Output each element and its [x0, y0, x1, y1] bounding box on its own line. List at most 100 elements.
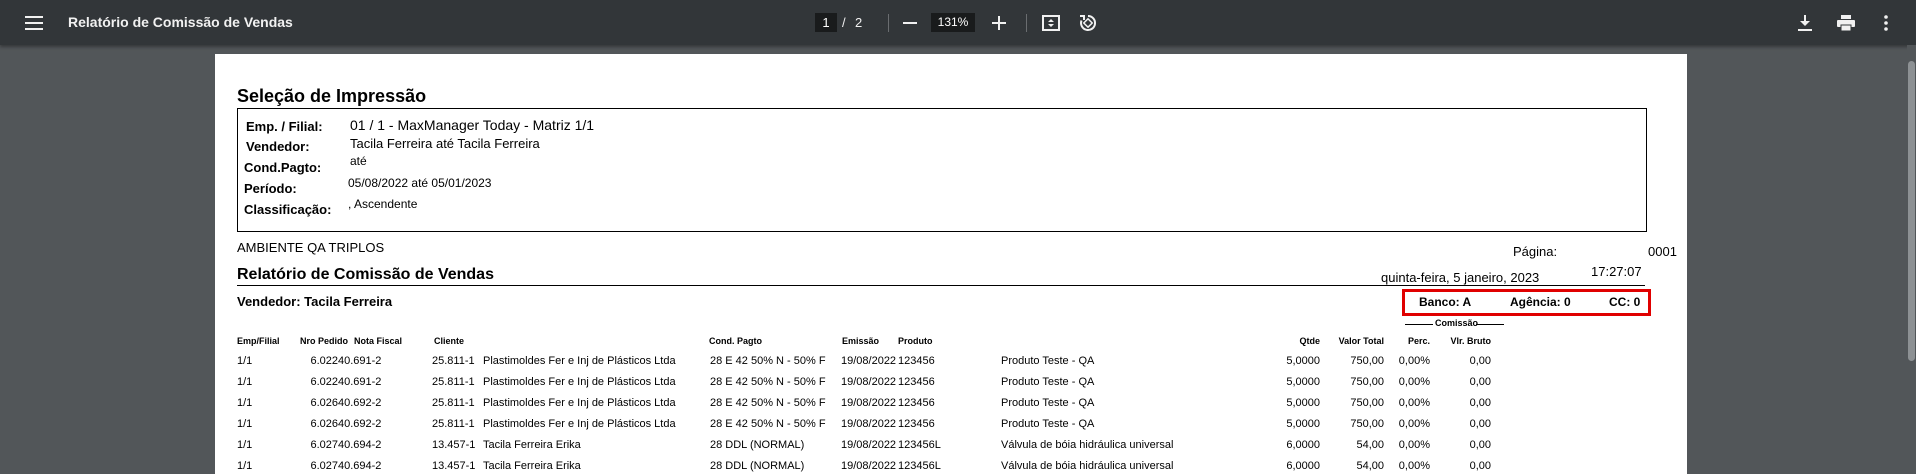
toolbar-divider [1026, 14, 1027, 32]
download-icon[interactable] [1793, 11, 1817, 35]
col-emp-filial: Emp/Filial [237, 336, 280, 346]
cell-nota: 40.694-2 [338, 439, 382, 451]
field-label: Cond.Pagto: [244, 160, 322, 175]
fit-page-icon[interactable] [1039, 11, 1063, 35]
scrollbar-thumb[interactable] [1908, 61, 1915, 361]
cell-valor: 54,00 [1356, 439, 1384, 451]
col-cond-pagto: Cond. Pagto [709, 336, 762, 346]
cell-pedido: 6.027 [310, 439, 338, 451]
cell-cliente: Tacila Ferreira Erika [483, 460, 581, 472]
cell-produto-cod: 123456 [898, 397, 935, 409]
cell-produto: Produto Teste - QA [1001, 418, 1095, 430]
cell-cliente-cod: 25.811-1 [432, 418, 475, 430]
cell-cliente: Plastimoldes Fer e Inj de Plásticos Ltda [483, 376, 676, 388]
cell-cond: 28 E 42 50% N - 50% F [710, 397, 826, 409]
agencia-label: Agência: 0 [1510, 295, 1571, 309]
pdf-page: Seleção de Impressão Emp. / Filial: 01 /… [215, 54, 1687, 474]
field-label: Período: [244, 181, 297, 196]
cell-cliente: Tacila Ferreira Erika [483, 439, 581, 451]
cell-emissao: 19/08/2022 [841, 460, 897, 472]
zoom-level-input[interactable]: 131% [931, 13, 975, 32]
banco-label: Banco: A [1419, 295, 1472, 309]
cell-bruto: 0,00 [1469, 397, 1491, 409]
cell-emissao: 19/08/2022 [841, 397, 897, 409]
cell-cond: 28 E 42 50% N - 50% F [710, 418, 826, 430]
cell-bruto: 0,00 [1469, 376, 1491, 388]
cell-produto-cod: 123456L [898, 439, 941, 451]
page-separator: / [842, 15, 846, 30]
cell-valor: 750,00 [1350, 418, 1384, 430]
report-date: quinta-feira, 5 janeiro, 2023 [1381, 270, 1540, 285]
cell-pedido: 6.022 [310, 355, 338, 367]
toolbar-divider [888, 14, 889, 32]
document-title: Relatório de Comissão de Vendas [68, 14, 293, 30]
col-qtde: Qtde [1299, 336, 1320, 346]
cell-valor: 750,00 [1350, 376, 1384, 388]
cell-pedido: 6.022 [310, 376, 338, 388]
cell-emp: 1/1 [237, 439, 253, 451]
field-value: , Ascendente [348, 197, 418, 211]
cell-produto-cod: 123456 [898, 418, 935, 430]
cell-cliente: Plastimoldes Fer e Inj de Plásticos Ltda [483, 397, 676, 409]
col-cliente: Cliente [434, 336, 465, 346]
col-emissao: Emissão [842, 336, 880, 346]
cell-produto: Válvula de bóia hidráulica universal [1001, 460, 1174, 472]
zoom-out-icon[interactable] [898, 11, 922, 35]
col-vlr-bruto: Vlr. Bruto [1450, 336, 1491, 346]
pdf-toolbar: Relatório de Comissão de Vendas 1 / 2 13… [0, 0, 1916, 45]
cell-produto-cod: 123456 [898, 355, 935, 367]
cell-emp: 1/1 [237, 460, 253, 472]
cell-bruto: 0,00 [1469, 418, 1491, 430]
cell-emp: 1/1 [237, 418, 253, 430]
comissao-line-left [1405, 324, 1433, 325]
more-vert-icon[interactable] [1874, 11, 1898, 35]
cell-produto: Produto Teste - QA [1001, 355, 1095, 367]
cell-produto: Produto Teste - QA [1001, 376, 1095, 388]
cell-emissao: 19/08/2022 [841, 439, 897, 451]
cell-cliente-cod: 25.811-1 [432, 376, 475, 388]
cell-cliente: Plastimoldes Fer e Inj de Plásticos Ltda [483, 418, 676, 430]
print-icon[interactable] [1834, 11, 1858, 35]
cell-qtde: 5,0000 [1286, 397, 1320, 409]
cell-bruto: 0,00 [1469, 439, 1491, 451]
zoom-in-icon[interactable] [987, 11, 1011, 35]
cell-produto: Válvula de bóia hidráulica universal [1001, 439, 1174, 451]
field-label: Classificação: [244, 202, 332, 217]
field-label: Emp. / Filial: [246, 119, 323, 134]
selecao-title: Seleção de Impressão [237, 86, 427, 106]
cell-valor: 750,00 [1350, 355, 1384, 367]
cell-pedido: 6.027 [310, 460, 338, 472]
cell-cliente-cod: 25.811-1 [432, 397, 475, 409]
cell-bruto: 0,00 [1469, 460, 1491, 472]
cell-qtde: 6,0000 [1286, 460, 1320, 472]
field-label: Vendedor: [246, 139, 310, 154]
cell-emp: 1/1 [237, 376, 253, 388]
vendedor-label: Vendedor: Tacila Ferreira [237, 294, 393, 309]
cell-pedido: 6.026 [310, 418, 338, 430]
field-value: 05/08/2022 até 05/01/2023 [348, 176, 492, 190]
cell-qtde: 5,0000 [1286, 376, 1320, 388]
cell-qtde: 5,0000 [1286, 418, 1320, 430]
cell-emp: 1/1 [237, 397, 253, 409]
cell-nota: 40.691-2 [338, 355, 382, 367]
pagina-label: Página: [1513, 244, 1558, 259]
cell-cliente-cod: 13.457-1 [432, 460, 476, 472]
cell-valor: 750,00 [1350, 397, 1384, 409]
cell-nota: 40.692-2 [338, 418, 382, 430]
cell-qtde: 6,0000 [1286, 439, 1320, 451]
scrollbar-track[interactable] [1907, 45, 1916, 470]
col-nro-pedido: Nro Pedido [300, 336, 349, 346]
cell-cliente-cod: 13.457-1 [432, 439, 476, 451]
comissao-label: Comissão [1435, 318, 1479, 328]
cell-produto-cod: 123456L [898, 460, 941, 472]
page-total: 2 [855, 15, 863, 30]
menu-icon[interactable] [22, 11, 46, 35]
cell-nota: 40.694-2 [338, 460, 382, 472]
cell-pedido: 6.026 [310, 397, 338, 409]
rotate-icon[interactable] [1076, 11, 1100, 35]
cell-cond: 28 E 42 50% N - 50% F [710, 355, 826, 367]
page-number-input[interactable]: 1 [815, 13, 837, 32]
cell-emp: 1/1 [237, 355, 253, 367]
field-value: 01 / 1 - MaxManager Today - Matriz 1/1 [350, 117, 595, 133]
selection-box: Emp. / Filial: 01 / 1 - MaxManager Today… [237, 108, 1647, 232]
